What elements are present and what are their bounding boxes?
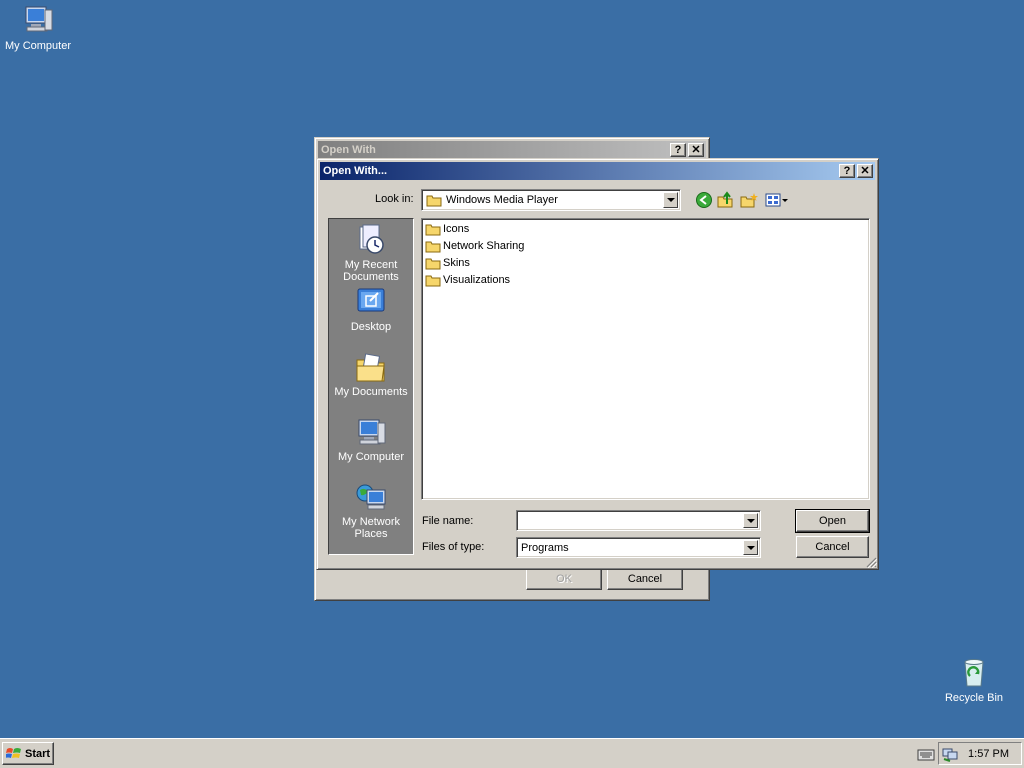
close-button[interactable]: ✕	[688, 143, 704, 157]
desktop-icon-recycle-bin[interactable]: Recycle Bin	[936, 656, 1012, 704]
close-button[interactable]: ✕	[857, 164, 873, 178]
chevron-down-icon[interactable]	[743, 513, 758, 528]
my-network-places-icon	[356, 484, 386, 510]
place-desktop[interactable]: Desktop	[329, 287, 413, 333]
look-in-value-wrap: Windows Media Player	[426, 190, 558, 210]
views-menu-icon	[765, 193, 781, 207]
folder-icon	[426, 195, 442, 207]
list-item[interactable]: Skins	[425, 255, 470, 271]
place-label: My Network Places	[341, 516, 401, 540]
folder-icon	[425, 241, 441, 253]
resize-grip-icon[interactable]	[865, 556, 877, 568]
chevron-down-icon[interactable]	[743, 540, 758, 555]
look-in-combo[interactable]: Windows Media Player	[421, 189, 681, 211]
folder-icon	[425, 258, 441, 270]
file-dialog-title-bar[interactable]: Open With... ? ✕	[320, 162, 875, 180]
files-of-type-label: Files of type:	[422, 541, 485, 553]
desktop-icon-my-computer[interactable]: My Computer	[0, 4, 76, 52]
place-my-computer[interactable]: My Computer	[329, 417, 413, 463]
desktop-icon	[357, 288, 385, 312]
place-label: Desktop	[350, 321, 392, 333]
place-label: My Recent Documents	[343, 259, 399, 283]
file-name: Icons	[443, 223, 470, 235]
list-item[interactable]: Network Sharing	[425, 238, 524, 254]
my-computer-icon	[25, 6, 53, 32]
cancel-button[interactable]: Cancel	[796, 536, 869, 558]
look-in-label: Look in:	[375, 193, 414, 205]
my-documents-icon	[356, 353, 385, 382]
network-connection-icon[interactable]	[942, 746, 958, 762]
chevron-down-icon[interactable]	[663, 192, 678, 208]
help-button[interactable]: ?	[670, 143, 686, 157]
system-tray: 1:57 PM	[938, 742, 1022, 765]
places-bar: My Recent Documents Desktop My Documents	[328, 218, 414, 555]
window-title: Open With	[321, 144, 376, 156]
look-in-value: Windows Media Player	[446, 194, 558, 206]
ok-button[interactable]: OK	[526, 568, 602, 590]
list-item[interactable]: Icons	[425, 221, 469, 237]
open-with-title-bar[interactable]: Open With ? ✕	[318, 141, 706, 159]
start-label: Start	[25, 747, 51, 760]
desktop-icon-label: My Computer	[4, 40, 72, 52]
folder-icon	[425, 275, 441, 287]
cancel-button[interactable]: Cancel	[607, 568, 683, 590]
views-menu-button[interactable]	[765, 192, 791, 208]
files-of-type-combo[interactable]: Programs	[516, 537, 761, 558]
place-my-network-places[interactable]: My Network Places	[329, 482, 413, 540]
place-label: My Documents	[334, 386, 408, 398]
back-icon[interactable]	[695, 191, 713, 209]
windows-logo-icon	[6, 747, 21, 758]
file-name-combo[interactable]	[516, 510, 761, 531]
desktop-icon-label: Recycle Bin	[944, 692, 1004, 704]
open-button[interactable]: Open	[795, 509, 870, 533]
keyboard-icon[interactable]	[917, 748, 935, 762]
chevron-down-icon	[782, 198, 788, 202]
file-name: Skins	[443, 257, 470, 269]
new-folder-icon[interactable]	[740, 191, 758, 209]
help-button[interactable]: ?	[839, 164, 855, 178]
folder-icon	[425, 224, 441, 236]
place-my-recent-documents[interactable]: My Recent Documents	[329, 223, 413, 283]
start-button[interactable]: Start	[2, 742, 54, 765]
my-computer-icon	[358, 419, 386, 445]
dialog-title: Open With...	[323, 165, 388, 177]
my-recent-documents-icon	[359, 224, 384, 254]
files-of-type-value: Programs	[521, 541, 569, 554]
up-folder-icon[interactable]	[717, 191, 735, 209]
place-label: My Computer	[337, 451, 405, 463]
taskbar: Start 1:57 PM	[0, 738, 1024, 768]
open-with-file-dialog: Open With... ? ✕ Look in: Windows Media …	[316, 158, 879, 570]
clock[interactable]: 1:57 PM	[968, 748, 1009, 760]
file-name: Network Sharing	[443, 240, 525, 252]
file-name-label: File name:	[422, 515, 474, 527]
list-item[interactable]: Visualizations	[425, 272, 510, 288]
file-name: Visualizations	[443, 274, 511, 286]
place-my-documents[interactable]: My Documents	[329, 352, 413, 398]
recycle-bin-icon	[964, 659, 984, 687]
file-list[interactable]: Icons Network Sharing Skins Visualizatio…	[421, 218, 870, 500]
